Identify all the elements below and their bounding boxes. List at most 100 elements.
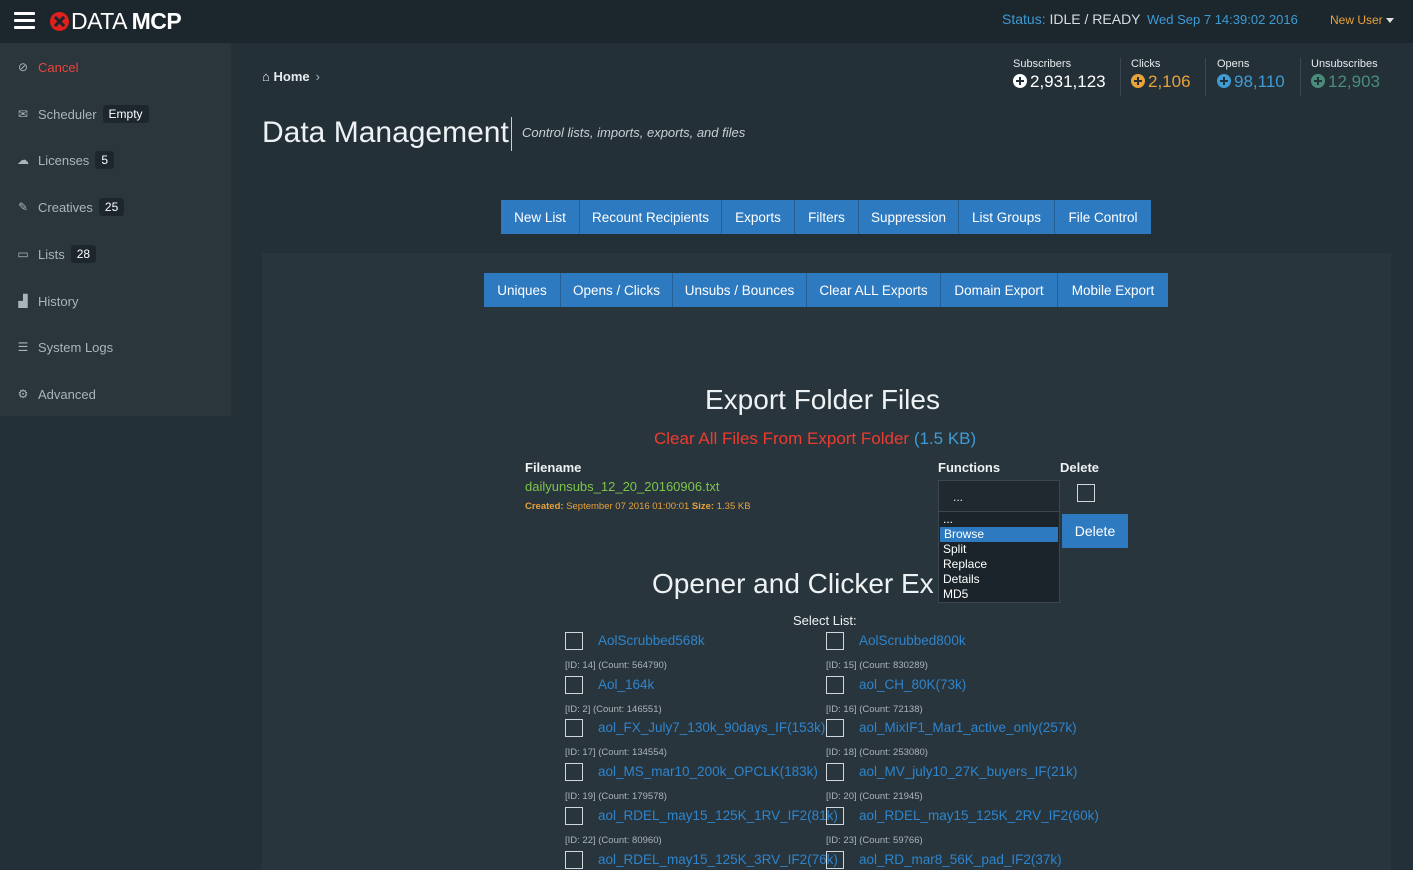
sidebar-item-scheduler[interactable]: ✉ Scheduler Empty bbox=[15, 102, 149, 126]
top-bar: DATA MCP Status: IDLE / READY Wed Sep 7 … bbox=[0, 0, 1413, 43]
filename-header: Filename bbox=[525, 460, 582, 475]
list-name-link[interactable]: aol_CH_80K(73k) bbox=[859, 677, 966, 692]
functions-select[interactable]: ... bbox=[938, 480, 1060, 512]
tab-list-groups[interactable]: List Groups bbox=[959, 200, 1055, 234]
stat-label: Opens bbox=[1217, 58, 1250, 70]
list-name-link[interactable]: AolScrubbed568k bbox=[598, 633, 705, 648]
sidebar-item-label: Cancel bbox=[38, 59, 79, 75]
list-checkbox[interactable] bbox=[565, 851, 583, 869]
sidebar-item-lists[interactable]: ▭ Lists 28 bbox=[15, 242, 97, 266]
list-meta: [ID: 2] (Count: 146551) bbox=[565, 704, 662, 715]
tab-file-control[interactable]: File Control bbox=[1055, 200, 1151, 234]
sidebar-item-creatives[interactable]: ✎ Creatives 25 bbox=[15, 195, 125, 219]
datetime: Wed Sep 7 14:39:02 2016 bbox=[1147, 12, 1298, 27]
list-name-link[interactable]: aol_RDEL_may15_125K_2RV_IF2(60k) bbox=[859, 808, 1099, 823]
sidebar-item-advanced[interactable]: ⚙ Advanced bbox=[15, 382, 96, 406]
tab-opens-clicks[interactable]: Opens / Clicks bbox=[561, 273, 673, 307]
function-option[interactable]: Split bbox=[939, 542, 1059, 557]
list-name-link[interactable]: AolScrubbed800k bbox=[859, 633, 966, 648]
status-value: IDLE / READY bbox=[1049, 11, 1141, 27]
tab-new-list[interactable]: New List bbox=[501, 200, 580, 234]
list-checkbox[interactable] bbox=[565, 807, 583, 825]
clear-all-text: Clear All Files From Export Folder bbox=[654, 429, 910, 448]
sidebar-item-history[interactable]: ▟ History bbox=[15, 289, 78, 313]
tab-uniques[interactable]: Uniques bbox=[484, 273, 561, 307]
list-meta: [ID: 22] (Count: 80960) bbox=[565, 835, 662, 846]
list-meta: [ID: 17] (Count: 134554) bbox=[565, 747, 667, 758]
stat-value: 12,903 bbox=[1311, 72, 1380, 92]
list-name-link[interactable]: aol_RDEL_may15_125K_3RV_IF2(76k) bbox=[598, 852, 838, 867]
hamburger-menu-icon[interactable] bbox=[14, 12, 35, 30]
list-icon: ☰ bbox=[17, 340, 29, 354]
delete-button[interactable]: Delete bbox=[1062, 514, 1128, 548]
sidebar-item-label: System Logs bbox=[38, 339, 114, 355]
delete-file-checkbox[interactable] bbox=[1077, 484, 1095, 502]
ban-icon: ⊘ bbox=[17, 60, 29, 74]
list-name-link[interactable]: aol_RD_mar8_56K_pad_IF2(37k) bbox=[859, 852, 1062, 867]
tab-clear-all-exports[interactable]: Clear ALL Exports bbox=[807, 273, 941, 307]
list-name-link[interactable]: aol_RDEL_may15_125K_1RV_IF2(81k) bbox=[598, 808, 838, 823]
stat-number: 2,931,123 bbox=[1030, 72, 1106, 91]
list-name-link[interactable]: aol_MS_mar10_200k_OPCLK(183k) bbox=[598, 764, 818, 779]
chevron-right-icon: › bbox=[315, 69, 320, 84]
list-meta: [ID: 19] (Count: 179578) bbox=[565, 791, 667, 802]
breadcrumb-home[interactable]: Home bbox=[273, 69, 309, 84]
list-name-link[interactable]: aol_MixIF1_Mar1_active_only(257k) bbox=[859, 720, 1077, 735]
export-file-link[interactable]: dailyunsubs_12_20_20160906.txt bbox=[525, 479, 719, 494]
stat-label: Unsubscribes bbox=[1311, 58, 1378, 70]
function-option[interactable]: ... bbox=[939, 512, 1059, 527]
bar-chart-icon: ▟ bbox=[18, 294, 28, 308]
cogs-icon: ⚙ bbox=[17, 387, 29, 401]
stat-number: 2,106 bbox=[1148, 72, 1191, 91]
list-name-link[interactable]: aol_MV_july10_27K_buyers_IF(21k) bbox=[859, 764, 1077, 779]
creatives-badge: 25 bbox=[98, 198, 125, 216]
tab-mobile-export[interactable]: Mobile Export bbox=[1058, 273, 1168, 307]
user-menu[interactable]: New User bbox=[1330, 13, 1394, 27]
list-checkbox[interactable] bbox=[826, 851, 844, 869]
logo-text-bold: MCP bbox=[131, 8, 182, 34]
clear-all-files-link[interactable]: Clear All Files From Export Folder (1.5 … bbox=[654, 429, 976, 449]
stat-number: 98,110 bbox=[1234, 72, 1285, 91]
function-option[interactable]: Details bbox=[939, 572, 1059, 587]
function-option-selected[interactable]: Browse bbox=[940, 527, 1058, 542]
function-option[interactable]: Replace bbox=[939, 557, 1059, 572]
app-logo[interactable]: DATA MCP bbox=[50, 8, 182, 35]
list-meta: [ID: 20] (Count: 21945) bbox=[826, 791, 923, 802]
breadcrumb[interactable]: ⌂ Home › bbox=[262, 69, 320, 84]
lists-badge: 28 bbox=[70, 245, 97, 263]
list-checkbox[interactable] bbox=[565, 719, 583, 737]
sidebar-item-label: History bbox=[38, 293, 79, 309]
list-checkbox[interactable] bbox=[565, 676, 583, 694]
sidebar-item-licenses[interactable]: ☁ Licenses 5 bbox=[15, 148, 114, 172]
sidebar-item-system-logs[interactable]: ☰ System Logs bbox=[15, 335, 114, 359]
functions-dropdown-list: ... Browse Split Replace Details MD5 bbox=[938, 511, 1060, 603]
stat-value: 2,931,123 bbox=[1013, 72, 1106, 92]
tab-suppression[interactable]: Suppression bbox=[859, 200, 959, 234]
edit-icon: ✎ bbox=[17, 200, 29, 214]
plus-circle-icon bbox=[1217, 74, 1231, 88]
tab-filters[interactable]: Filters bbox=[795, 200, 859, 234]
sidebar-item-label: Creatives bbox=[38, 199, 93, 215]
main-tab-bar: New List Recount Recipients Exports Filt… bbox=[501, 200, 1151, 234]
list-checkbox[interactable] bbox=[565, 632, 583, 650]
list-name-link[interactable]: aol_FX_July7_130k_90days_IF(153k) bbox=[598, 720, 825, 735]
list-checkbox[interactable] bbox=[565, 763, 583, 781]
list-checkbox[interactable] bbox=[826, 676, 844, 694]
list-checkbox[interactable] bbox=[826, 807, 844, 825]
list-meta: [ID: 16] (Count: 72138) bbox=[826, 704, 923, 715]
tab-domain-export[interactable]: Domain Export bbox=[941, 273, 1058, 307]
list-name-link[interactable]: Aol_164k bbox=[598, 677, 654, 692]
tab-unsubs-bounces[interactable]: Unsubs / Bounces bbox=[673, 273, 807, 307]
export-folder-size: (1.5 KB) bbox=[913, 429, 977, 448]
stat-opens: Opens 98,110 bbox=[1217, 58, 1285, 92]
tab-recount-recipients[interactable]: Recount Recipients bbox=[580, 200, 722, 234]
list-checkbox[interactable] bbox=[826, 719, 844, 737]
tab-exports[interactable]: Exports bbox=[722, 200, 795, 234]
list-checkbox[interactable] bbox=[826, 763, 844, 781]
cloud-icon: ☁ bbox=[17, 153, 29, 167]
sidebar-item-cancel[interactable]: ⊘ Cancel bbox=[15, 55, 79, 79]
function-option[interactable]: MD5 bbox=[939, 587, 1059, 602]
stat-number: 12,903 bbox=[1328, 72, 1380, 91]
list-checkbox[interactable] bbox=[826, 632, 844, 650]
created-value: September 07 2016 01:00:01 bbox=[566, 501, 690, 512]
